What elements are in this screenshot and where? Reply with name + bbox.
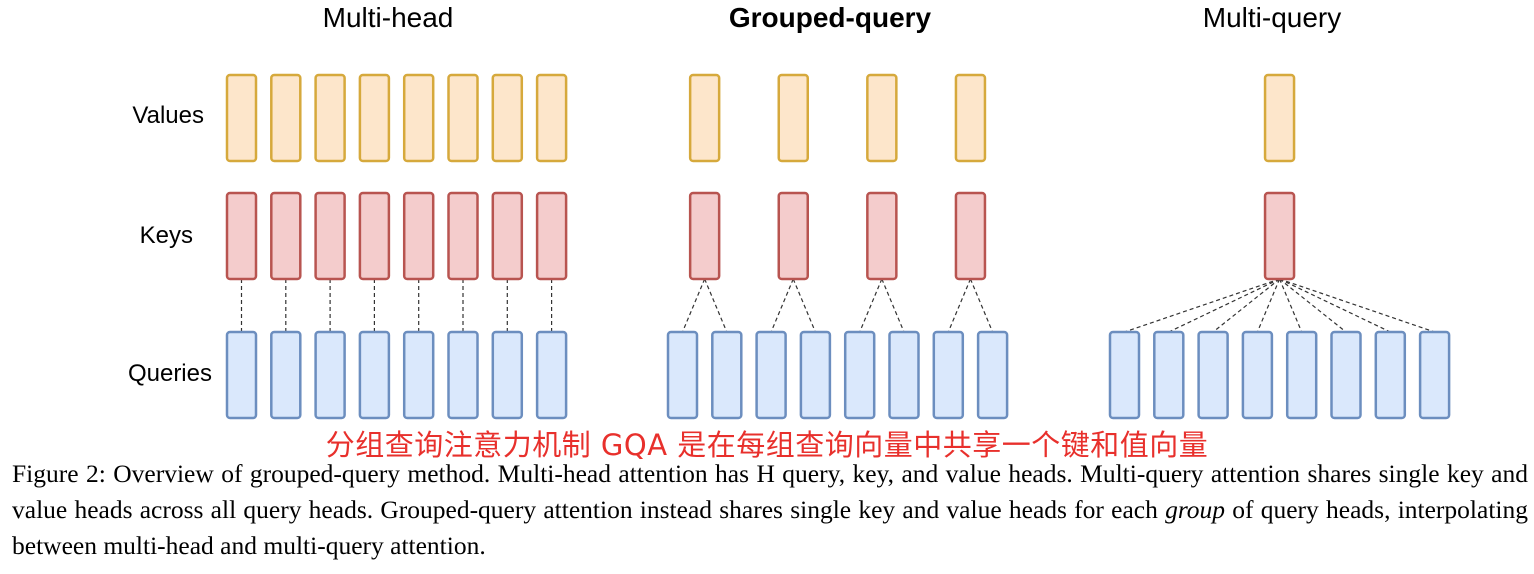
grouped-query-connector — [704, 278, 728, 333]
multi-head-key-head — [402, 191, 435, 281]
multi-head-value-head — [358, 73, 391, 163]
grouped-query-connector — [770, 278, 794, 333]
grouped-query-value-head — [866, 73, 898, 163]
figure-caption: Figure 2: Overview of grouped-query meth… — [12, 456, 1528, 564]
grouped-query-key-head — [688, 191, 721, 281]
grouped-query-connector — [859, 278, 883, 333]
grouped-query-key-head — [777, 191, 809, 281]
multi-query-query-head — [1330, 330, 1362, 420]
multi-query-connector — [1278, 278, 1303, 333]
multi-head-key-head — [314, 191, 346, 281]
multi-head-value-head — [491, 73, 524, 163]
grouped-query-query-head — [755, 330, 787, 420]
multi-head-value-head — [270, 73, 302, 163]
multi-head-query-head — [447, 330, 479, 420]
multi-head-value-head — [535, 73, 568, 163]
grouped-query-query-head — [976, 330, 1009, 420]
multi-query-connector — [1124, 278, 1280, 333]
grouped-query-query-head — [666, 330, 699, 420]
grouped-query-value-head — [954, 73, 987, 163]
multi-query-connector — [1168, 278, 1280, 333]
multi-head-key-head — [535, 191, 568, 281]
multi-query-connector — [1212, 278, 1280, 333]
multi-query-query-head — [1197, 330, 1229, 420]
grouped-query-query-head — [932, 330, 965, 420]
multi-query-query-head — [1153, 330, 1185, 420]
grouped-query-query-head — [711, 330, 743, 420]
grouped-query-connector — [947, 278, 972, 333]
multi-query-connector — [1256, 278, 1281, 333]
multi-head-key-head — [225, 191, 258, 281]
caption-italic-group: group — [1165, 495, 1226, 524]
multi-head-value-head — [314, 73, 346, 163]
multi-head-query-head — [270, 330, 302, 420]
multi-head-key-head — [270, 191, 302, 281]
grouped-query-connector — [792, 278, 816, 333]
grouped-query-query-head — [888, 330, 920, 420]
multi-head-key-head — [358, 191, 391, 281]
multi-query-query-head — [1374, 330, 1407, 420]
multi-head-query-head — [491, 330, 524, 420]
multi-query-key-head — [1263, 191, 1296, 281]
multi-head-key-head — [491, 191, 524, 281]
multi-query-value-head — [1263, 73, 1296, 163]
multi-head-query-head — [358, 330, 391, 420]
grouped-query-value-head — [777, 73, 809, 163]
grouped-query-connector — [969, 278, 994, 333]
multi-head-query-head — [314, 330, 346, 420]
multi-query-query-head — [1241, 330, 1274, 420]
multi-head-value-head — [402, 73, 435, 163]
figure: Multi-head Grouped-query Multi-query Val… — [0, 0, 1534, 574]
grouped-query-connector — [681, 278, 706, 333]
grouped-query-query-head — [799, 330, 832, 420]
multi-query-query-head — [1108, 330, 1141, 420]
multi-query-query-head — [1285, 330, 1318, 420]
grouped-query-value-head — [688, 73, 721, 163]
grouped-query-key-head — [954, 191, 987, 281]
multi-query-connector — [1279, 278, 1391, 333]
multi-head-query-head — [535, 330, 568, 420]
grouped-query-key-head — [866, 191, 898, 281]
multi-head-query-head — [402, 330, 435, 420]
multi-head-query-head — [225, 330, 258, 420]
multi-head-value-head — [225, 73, 258, 163]
grouped-query-query-head — [843, 330, 876, 420]
multi-query-connector — [1279, 278, 1435, 333]
multi-head-key-head — [447, 191, 479, 281]
attention-diagram — [225, 73, 1451, 420]
multi-head-value-head — [447, 73, 479, 163]
multi-query-connector — [1279, 278, 1347, 333]
multi-query-query-head — [1418, 330, 1451, 420]
grouped-query-connector — [881, 278, 905, 333]
